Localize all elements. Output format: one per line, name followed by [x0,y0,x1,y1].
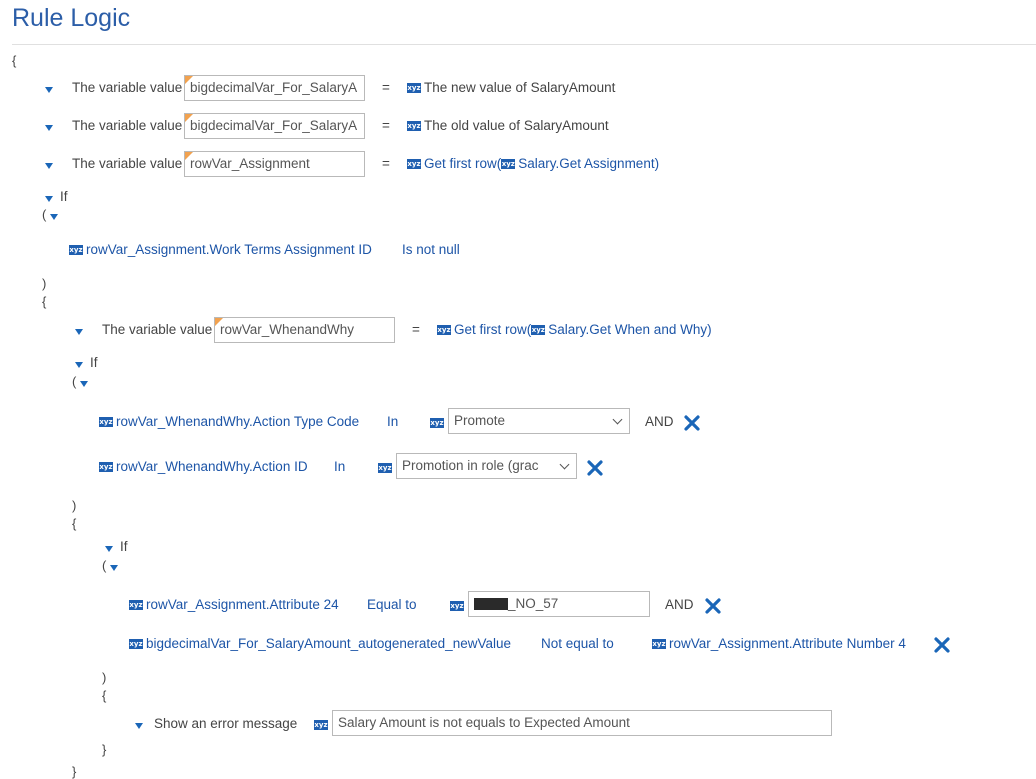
collapse-toggle-icon[interactable] [105,546,113,552]
collapse-toggle-icon[interactable] [45,125,53,131]
collapse-toggle-icon[interactable] [135,723,143,729]
condition-operator[interactable]: Is not null [402,242,460,257]
condition-close-paren: ) [42,276,47,291]
variable-field[interactable]: bigdecimalVar_For_SalaryA [184,75,365,101]
collapse-toggle-icon[interactable] [50,214,58,220]
value-field[interactable]: _NO_57 [468,591,650,617]
value-expression[interactable]: xyz The new value of SalaryAmount [407,80,615,95]
block-close-brace: } [102,742,107,757]
xyz-icon: xyz [407,121,421,132]
xyz-icon: xyz [437,325,451,336]
field-marker-icon [185,114,193,122]
condition-operator[interactable]: In [334,459,345,474]
assignment-label: The variable value [72,118,183,133]
block-open-brace: { [102,688,107,703]
field-marker-icon [185,76,193,84]
delete-icon[interactable] [705,598,721,614]
collapse-toggle-icon[interactable] [75,329,83,335]
condition-row[interactable]: xyz rowVar_Assignment.Work Terms Assignme… [69,242,372,257]
xyz-icon: xyz [501,159,516,170]
redacted-block [474,598,508,611]
collapse-toggle-icon[interactable] [45,163,53,169]
block-close-brace: } [72,764,77,779]
field-marker-icon [185,152,193,160]
join-operator: AND [645,414,674,429]
if-keyword: If [120,539,128,554]
condition-open-paren: ( [72,374,77,389]
condition-close-paren: ) [102,670,107,685]
value-expression[interactable]: xyz The old value of SalaryAmount [407,118,609,133]
xyz-icon: xyz [69,245,83,256]
variable-field[interactable]: rowVar_Assignment [184,151,365,177]
assignment-label: The variable value [72,80,183,95]
condition-row[interactable]: xyz rowVar_WhenandWhy.Action ID [99,459,308,474]
xyz-icon: xyz [407,159,421,170]
join-operator: AND [665,597,694,612]
xyz-icon: xyz [652,639,666,650]
action-label: Show an error message [154,716,298,731]
xyz-icon: xyz [129,639,143,650]
if-keyword: If [60,189,68,204]
equals-operator: = [382,80,390,95]
xyz-icon: xyz [378,463,392,473]
xyz-icon: xyz [531,325,546,336]
equals-operator: = [412,322,420,337]
condition-close-paren: ) [72,498,77,513]
condition-row[interactable]: xyz rowVar_WhenandWhy.Action Type Code [99,414,359,429]
value-select[interactable]: Promote [448,408,630,434]
condition-operator[interactable]: Not equal to [541,636,614,651]
equals-operator: = [382,156,390,171]
assignment-label: The variable value [102,322,213,337]
collapse-toggle-icon[interactable] [45,196,53,202]
error-message-field[interactable]: Salary Amount is not equals to Expected … [332,710,832,736]
xyz-icon: xyz [99,417,113,428]
collapse-toggle-icon[interactable] [75,362,83,368]
xyz-icon: xyz [129,600,143,611]
condition-open-paren: ( [102,558,107,573]
xyz-icon: xyz [314,720,328,730]
collapse-toggle-icon[interactable] [110,565,118,571]
value-expression[interactable]: xyz rowVar_Assignment.Attribute Number 4 [652,636,906,651]
collapse-toggle-icon[interactable] [45,87,53,93]
block-open-brace: { [72,516,77,531]
variable-field[interactable]: rowVar_WhenandWhy [214,317,395,343]
delete-icon[interactable] [587,460,603,476]
condition-operator[interactable]: Equal to [367,597,417,612]
delete-icon[interactable] [934,637,950,653]
condition-row[interactable]: xyz bigdecimalVar_For_SalaryAmount_autoge… [129,636,511,651]
variable-field[interactable]: bigdecimalVar_For_SalaryA [184,113,365,139]
value-expression[interactable]: xyz Get first row(xyz Salary.Get Assignmen… [407,156,659,171]
condition-open-paren: ( [42,207,47,222]
field-marker-icon [215,318,223,326]
collapse-toggle-icon[interactable] [80,381,88,387]
assignment-label: The variable value [72,156,183,171]
value-expression[interactable]: xyz Get first row(xyz Salary.Get When and … [437,322,712,337]
if-keyword: If [90,355,98,370]
value-select[interactable]: Promotion in role (grac [396,453,577,479]
chevron-down-icon [559,459,570,470]
xyz-icon: xyz [450,601,464,611]
xyz-icon: xyz [430,418,444,428]
block-open-brace: { [42,294,47,309]
condition-row[interactable]: xyz rowVar_Assignment.Attribute 24 [129,597,339,612]
xyz-icon: xyz [99,462,113,473]
equals-operator: = [382,118,390,133]
root-open-brace: { [12,53,17,68]
delete-icon[interactable] [684,415,700,431]
xyz-icon: xyz [407,83,421,94]
chevron-down-icon [612,414,623,425]
title-divider [12,44,1036,45]
page-title: Rule Logic [12,4,131,32]
condition-operator[interactable]: In [387,414,398,429]
